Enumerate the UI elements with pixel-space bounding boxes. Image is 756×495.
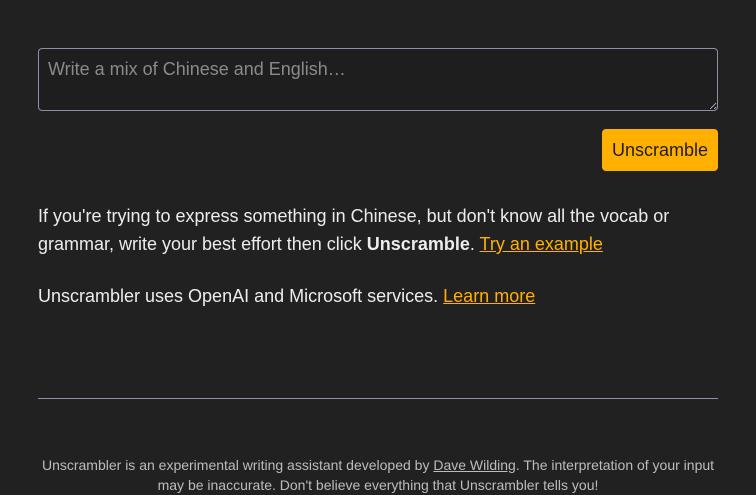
unscramble-button[interactable]: Unscramble	[601, 129, 718, 171]
main-content: Unscramble If you're trying to express s…	[38, 48, 718, 310]
footer-text-before: Unscrambler is an experimental writing a…	[41, 457, 434, 473]
input-textarea[interactable]	[38, 48, 718, 111]
services-text: Unscrambler uses OpenAI and Microsoft se…	[38, 282, 718, 310]
intro-text-after: .	[469, 234, 480, 254]
intro-unscramble-bold: Unscramble	[366, 234, 470, 254]
author-link[interactable]: Dave Wilding	[433, 457, 515, 473]
try-example-link[interactable]: Try an example	[480, 234, 603, 254]
learn-more-link[interactable]: Learn more	[443, 286, 535, 306]
divider	[38, 398, 718, 399]
footer-disclaimer: Unscrambler is an experimental writing a…	[38, 455, 718, 495]
intro-text: If you're trying to express something in…	[38, 202, 718, 258]
action-row: Unscramble	[38, 129, 718, 171]
services-text-body: Unscrambler uses OpenAI and Microsoft se…	[38, 286, 444, 306]
